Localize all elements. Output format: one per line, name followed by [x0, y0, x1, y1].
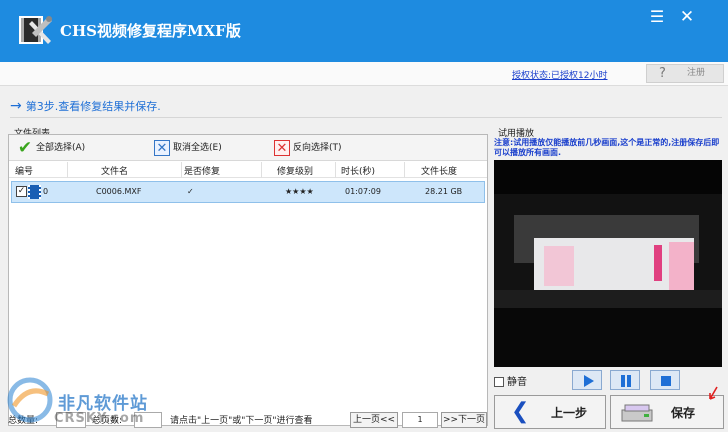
- video-preview: [494, 160, 722, 367]
- save-label: 保存: [671, 406, 696, 420]
- divider: [10, 117, 722, 118]
- file-list-toolbar: ✔ 全部选择(A) ✕ 取消全选(E) ✕ 反向选择(T): [9, 135, 487, 161]
- deselect-all-label: 取消全选(E): [173, 143, 222, 153]
- watermark-subtext: CRSKY.com: [54, 411, 145, 426]
- play-button[interactable]: [572, 370, 602, 390]
- row-checkbox[interactable]: ✓: [16, 186, 27, 197]
- play-icon: [584, 375, 594, 387]
- video-frame-image: [494, 160, 722, 367]
- select-all-label: 全部选择(A): [36, 143, 86, 153]
- mute-checkbox[interactable]: [494, 377, 504, 387]
- row-level: ★★★★: [285, 187, 314, 196]
- preview-note: 注意:试用播放仅能播放前几秒画面,这个是正常的,注册保存后即可以播放所有画面.: [494, 138, 720, 157]
- step-heading: → 第3步.查看修复结果并保存.: [10, 98, 161, 114]
- red-cross-icon: ✕: [274, 139, 290, 156]
- arrow-right-icon: →: [10, 98, 22, 114]
- save-button[interactable]: 保存: [610, 386, 724, 429]
- previous-step-label: 上一步: [551, 406, 588, 420]
- register-button[interactable]: ? 注册: [646, 64, 724, 83]
- pause-button[interactable]: [610, 370, 640, 390]
- license-bar: 授权状态:已授权12小时 ? 注册: [0, 62, 728, 86]
- column-header-duration[interactable]: 时长(秒): [341, 164, 375, 177]
- page-number-input[interactable]: 1: [402, 412, 438, 428]
- table-row[interactable]: ✓ 0 C0006.MXF ✓ ★★★★ 01:07:09 28.21 GB: [11, 181, 485, 203]
- next-page-button[interactable]: >>下一页: [441, 412, 487, 428]
- window-title: CHS视频修复程序MXF版: [60, 22, 241, 40]
- row-repaired: ✓: [187, 187, 194, 196]
- step-text: 第3步.查看修复结果并保存.: [25, 100, 161, 113]
- mute-toggle[interactable]: 静音: [494, 373, 527, 388]
- pager-hint: 请点击"上一页"或"下一页"进行查看: [170, 416, 313, 426]
- register-label: 注册: [687, 68, 706, 78]
- app-logo-icon: [19, 16, 52, 44]
- stop-button[interactable]: [650, 370, 680, 390]
- chevron-left-icon: ❮: [511, 399, 530, 424]
- column-separator: [181, 162, 182, 178]
- column-header-size[interactable]: 文件长度: [421, 164, 457, 177]
- column-header-level[interactable]: 修复级别: [277, 164, 313, 177]
- prev-page-button[interactable]: 上一页<<: [350, 412, 398, 428]
- video-file-icon: [28, 185, 41, 199]
- row-index: 0: [43, 187, 49, 196]
- question-icon: ?: [659, 66, 666, 81]
- pause-icon: [621, 375, 631, 387]
- title-bar: CHS视频修复程序MXF版 ☰ ✕: [0, 0, 728, 62]
- column-separator: [335, 162, 336, 178]
- column-separator: [404, 162, 405, 178]
- column-separator: [67, 162, 68, 178]
- row-filename: C0006.MXF: [96, 187, 142, 196]
- close-icon[interactable]: ✕: [676, 6, 698, 28]
- previous-step-button[interactable]: ❮ 上一步: [494, 395, 606, 429]
- column-header-repaired[interactable]: 是否修复: [184, 164, 220, 177]
- column-header-filename[interactable]: 文件名: [101, 164, 128, 177]
- red-arrow-icon: [709, 386, 718, 400]
- license-status-link[interactable]: 授权状态:已授权12小时: [512, 68, 608, 81]
- checkmark-icon: ✔: [17, 137, 33, 158]
- menu-icon[interactable]: ☰: [646, 6, 668, 28]
- stop-icon: [661, 376, 671, 386]
- cross-box-icon: ✕: [154, 139, 170, 156]
- column-header-index[interactable]: 编号: [15, 164, 33, 177]
- invert-selection-button[interactable]: ✕ 反向选择(T): [274, 139, 342, 157]
- table-header: 编号 文件名 是否修复 修复级别 时长(秒) 文件长度: [9, 162, 487, 178]
- select-all-button[interactable]: ✔ 全部选择(A): [17, 139, 85, 157]
- mute-label: 静音: [507, 377, 527, 388]
- column-separator: [261, 162, 262, 178]
- disk-drive-icon: [621, 404, 653, 422]
- row-duration: 01:07:09: [345, 187, 381, 196]
- row-size: 28.21 GB: [425, 187, 463, 196]
- deselect-all-button[interactable]: ✕ 取消全选(E): [154, 139, 222, 157]
- invert-selection-label: 反向选择(T): [293, 143, 342, 153]
